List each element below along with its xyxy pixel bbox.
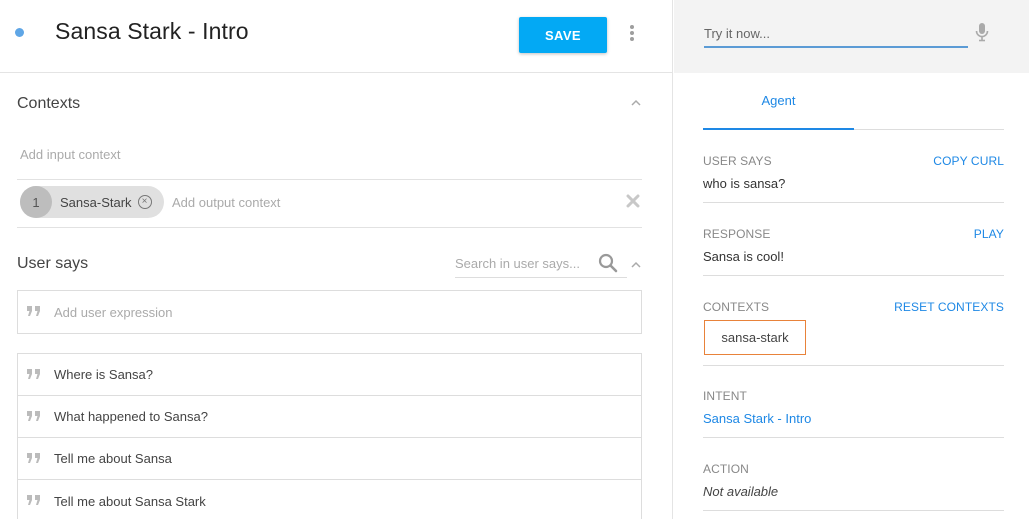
search-input[interactable]: Search in user says... <box>455 256 580 271</box>
microphone-icon[interactable] <box>975 22 989 42</box>
action-value: Not available <box>703 484 779 499</box>
quote-icon <box>27 452 41 465</box>
context-lifespan-badge[interactable]: 1 <box>20 186 52 218</box>
tab-agent-label: Agent <box>761 93 796 108</box>
quote-icon <box>27 368 41 381</box>
user-says-collapse-chevron-icon[interactable] <box>631 261 641 271</box>
copy-curl-button[interactable]: COPY CURL <box>933 154 1004 168</box>
list-item[interactable]: Tell me about Sansa Stark <box>18 480 641 519</box>
quote-icon <box>27 306 41 318</box>
intent-link[interactable]: Sansa Stark - Intro <box>703 411 811 426</box>
status-dot-icon <box>15 28 24 37</box>
intent-header: Sansa Stark - Intro SAVE <box>0 0 673 73</box>
list-item[interactable]: What happened to Sansa? <box>18 396 641 438</box>
divider <box>17 179 642 180</box>
intent-label: INTENT <box>703 389 747 403</box>
divider <box>17 227 642 228</box>
expression-text[interactable]: Tell me about Sansa <box>54 451 172 466</box>
clear-contexts-icon[interactable] <box>626 194 640 208</box>
user-expressions-list: Where is Sansa? What happened to Sansa? … <box>17 353 642 519</box>
expression-text[interactable]: Tell me about Sansa Stark <box>54 494 206 509</box>
more-options-icon[interactable] <box>624 22 640 44</box>
search-icon[interactable] <box>598 253 618 273</box>
contexts-collapse-chevron-icon[interactable] <box>631 99 641 109</box>
quote-icon <box>27 495 41 507</box>
user-says-search[interactable]: Search in user says... <box>455 250 627 278</box>
list-item[interactable]: Tell me about Sansa <box>18 438 641 480</box>
test-console-panel: Try it now... Agent USER SAYS COPY CURL … <box>674 0 1029 519</box>
try-it-bar: Try it now... <box>674 0 1029 73</box>
save-button[interactable]: SAVE <box>519 17 607 53</box>
context-tag[interactable]: sansa-stark <box>704 320 806 355</box>
try-it-input[interactable]: Try it now... <box>704 24 968 48</box>
action-label: ACTION <box>703 462 749 476</box>
add-expression-row[interactable]: Add user expression <box>18 291 641 333</box>
divider <box>703 365 1004 366</box>
active-tab-indicator <box>703 128 854 130</box>
user-says-value: who is sansa? <box>703 176 786 191</box>
input-context-field[interactable]: Add input context <box>20 147 120 162</box>
reset-contexts-button[interactable]: RESET CONTEXTS <box>894 300 1004 314</box>
divider <box>703 437 1004 438</box>
user-says-label: USER SAYS <box>703 154 772 168</box>
response-value: Sansa is cool! <box>703 249 784 264</box>
user-says-section-title[interactable]: User says <box>17 255 88 273</box>
output-context-field[interactable]: Add output context <box>172 195 280 210</box>
divider <box>703 275 1004 276</box>
response-label: RESPONSE <box>703 227 771 241</box>
expression-text[interactable]: What happened to Sansa? <box>54 409 208 424</box>
expression-text[interactable]: Where is Sansa? <box>54 367 153 382</box>
list-item[interactable]: Where is Sansa? <box>18 354 641 396</box>
intent-editor-panel: Sansa Stark - Intro SAVE Contexts Add in… <box>0 0 673 519</box>
contexts-section-title[interactable]: Contexts <box>17 95 80 113</box>
add-expression-box[interactable]: Add user expression <box>17 290 642 334</box>
intent-title[interactable]: Sansa Stark - Intro <box>55 18 249 45</box>
remove-context-icon[interactable]: × <box>137 195 152 209</box>
contexts-label: CONTEXTS <box>703 300 770 314</box>
divider <box>703 510 1004 511</box>
output-context-label: Sansa-Stark <box>60 194 132 210</box>
play-button[interactable]: PLAY <box>974 227 1004 241</box>
divider <box>703 202 1004 203</box>
quote-icon <box>27 410 41 423</box>
output-context-chip[interactable]: 1 Sansa-Stark × <box>20 186 164 218</box>
tab-agent[interactable]: Agent <box>703 93 854 131</box>
add-user-expression-input[interactable]: Add user expression <box>54 305 173 320</box>
context-tag-label: sansa-stark <box>721 330 789 345</box>
try-it-placeholder[interactable]: Try it now... <box>704 26 770 41</box>
